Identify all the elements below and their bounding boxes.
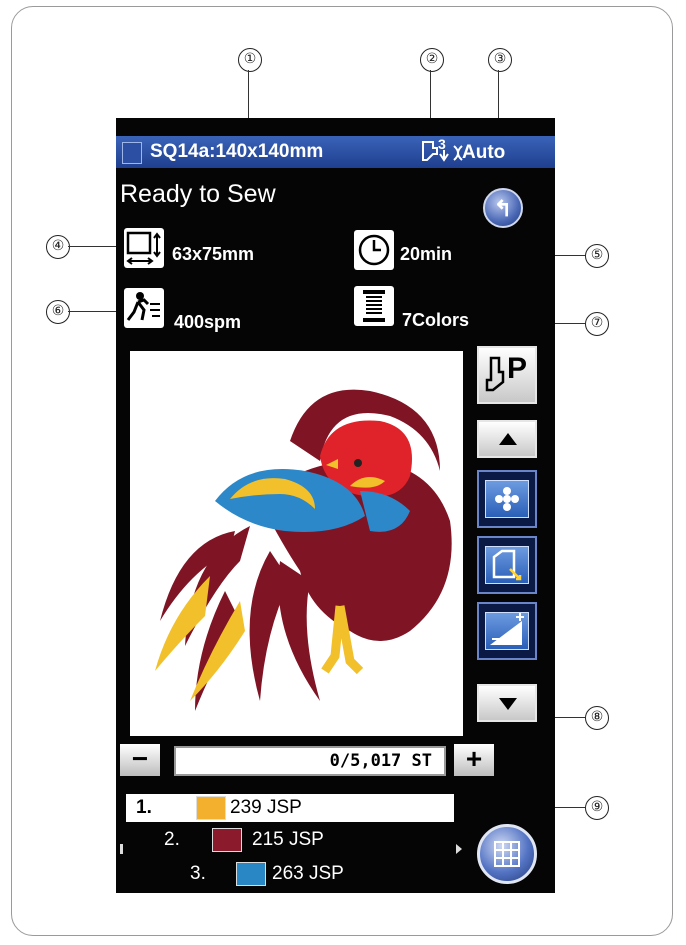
hoop-label: SQ14a:140x140mm: [150, 141, 324, 162]
stitch-counter: 0/5,017 ST: [174, 746, 446, 776]
callout-7: ⑦: [585, 312, 609, 336]
color-swatch: [236, 862, 266, 886]
presser-foot-button[interactable]: P: [477, 346, 537, 404]
list-scroll-marker-left: [120, 844, 123, 854]
design-preview: [130, 351, 463, 736]
color-count: 7Colors: [402, 310, 470, 330]
trace-icon: [485, 546, 529, 584]
runner-icon: [124, 288, 164, 328]
stitch-back-button[interactable]: −: [120, 744, 160, 776]
callout-1: ①: [238, 48, 262, 72]
scroll-down-button[interactable]: [477, 684, 537, 722]
adjust-button[interactable]: [477, 602, 537, 660]
spool-icon: [354, 286, 394, 326]
grid-icon: [494, 841, 520, 867]
return-button[interactable]: ↰: [483, 188, 523, 228]
scroll-up-button[interactable]: [477, 420, 537, 458]
hoop-icon: [122, 142, 142, 164]
color-index: 1.: [136, 797, 152, 818]
stitch-forward-button[interactable]: +: [454, 744, 494, 776]
rooster-design-image: [155, 389, 452, 711]
thread-code: 215 JSP: [252, 829, 324, 850]
callout-4: ④: [46, 235, 70, 259]
color-list-item-1[interactable]: 1. 239 JSP: [126, 794, 454, 822]
status-text: Ready to Sew: [120, 180, 276, 208]
color-list-item-3[interactable]: 3. 263 JSP: [126, 860, 466, 888]
color-swatch: [196, 796, 226, 820]
color-list-grid-button[interactable]: [477, 824, 537, 884]
list-scroll-arrow-right-icon: [456, 844, 462, 854]
callout-2: ②: [420, 48, 444, 72]
design-size: 63x75mm: [172, 244, 255, 264]
foot-level: 3: [438, 136, 446, 152]
color-index: 3.: [190, 863, 206, 884]
embroidery-screen: SQ14a:140x140mm 3 Auto Ready to Sew ↰ 63…: [116, 118, 555, 893]
sewing-speed: 400spm: [174, 312, 242, 332]
clock-icon: [354, 230, 394, 270]
sewing-time: 20min: [400, 244, 453, 264]
arrow-up-icon: [499, 433, 517, 445]
size-icon: [124, 228, 164, 268]
callout-3: ③: [488, 48, 512, 72]
callout-8: ⑧: [585, 706, 609, 730]
color-select-button[interactable]: [477, 470, 537, 528]
thread-code: 263 JSP: [272, 863, 344, 884]
callout-5: ⑤: [585, 244, 609, 268]
callout-6: ⑥: [46, 300, 70, 324]
return-icon: ↰: [493, 196, 513, 221]
color-swatch: [212, 828, 242, 852]
thread-code: 239 JSP: [230, 797, 302, 818]
arrow-down-icon: [499, 698, 517, 710]
hoop-header-bar: SQ14a:140x140mm 3 Auto: [116, 136, 555, 168]
presser-foot-letter: P: [507, 352, 528, 385]
flower-icon: [485, 480, 529, 518]
color-index: 2.: [164, 829, 180, 850]
callout-9: ⑨: [585, 796, 609, 820]
trace-button[interactable]: [477, 536, 537, 594]
color-list-item-2[interactable]: 2. 215 JSP: [126, 826, 466, 854]
thread-cutter-mode: Auto: [462, 142, 506, 163]
slope-icon: [485, 612, 529, 650]
presser-foot-button-icon: [485, 356, 505, 392]
